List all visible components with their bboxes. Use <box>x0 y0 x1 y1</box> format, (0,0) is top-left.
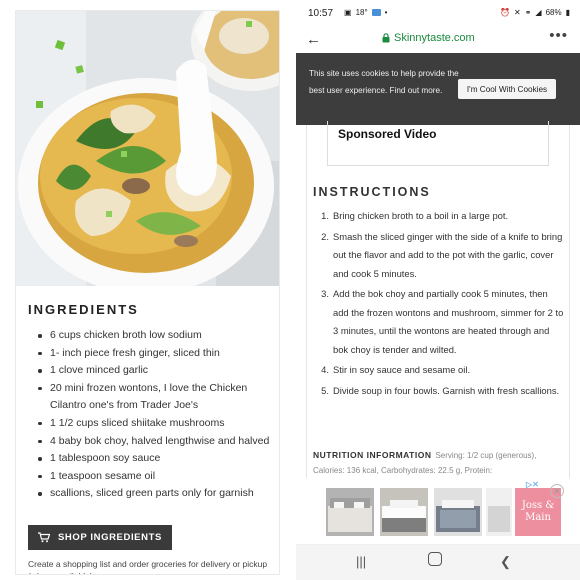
mute-icon: ✕ <box>514 8 521 17</box>
ingredient-item: 1 clove minced garlic <box>38 362 273 380</box>
wonton-soup-photo <box>16 11 279 286</box>
shop-note: Create a shopping list and order groceri… <box>28 559 268 574</box>
instruction-step: 1. Bring chicken broth to a boil in a lar… <box>321 210 509 221</box>
signal-icon: ◢ <box>535 8 542 17</box>
alarm-icon: ⏰ <box>500 8 511 17</box>
recipe-ingredients-panel: INGREDIENTS 6 cups chicken broth low sod… <box>15 10 280 575</box>
ad-overlay <box>296 478 580 544</box>
recent-apps-icon[interactable]: ||| <box>356 554 366 569</box>
instruction-step: 5. Divide soup in four bowls. Garnish wit… <box>321 384 560 396</box>
ingredient-item: 1 teaspoon sesame oil <box>38 468 273 486</box>
wifi-icon: ⚭ <box>524 8 532 17</box>
more-options-icon[interactable]: ••• <box>549 27 568 44</box>
nutrition-info: NUTRITION INFORMATION Serving: 1/2 cup (g… <box>313 448 568 478</box>
shopping-cart-icon <box>38 532 50 543</box>
notification-icon <box>371 9 381 16</box>
instruction-step: 2. Smash the sliced ginger with the side … <box>321 230 563 279</box>
instruction-step: 4. Stir in soy sauce and sesame oil. <box>321 364 471 375</box>
nutrition-heading: NUTRITION INFORMATION <box>313 450 432 460</box>
cookie-message: This site uses cookies to help provide t… <box>309 69 459 95</box>
status-bar: 10:57 ▣ 18° • ⏰ ✕ ⚭ ◢ 68% ▮ <box>296 0 580 26</box>
home-icon[interactable] <box>428 552 442 569</box>
back-icon[interactable]: ❮ <box>500 554 511 570</box>
shop-ingredients-label: SHOP INGREDIENTS <box>58 532 162 543</box>
ingredient-item: 4 baby bok choy, halved lengthwise and h… <box>38 433 273 451</box>
shop-ingredients-button[interactable]: SHOP INGREDIENTS <box>28 525 172 550</box>
mobile-browser: 10:57 ▣ 18° • ⏰ ✕ ⚭ ◢ 68% ▮ ← Skinnytast… <box>296 0 580 580</box>
lock-icon <box>382 33 390 43</box>
instructions-heading: INSTRUCTIONS <box>313 185 431 199</box>
ingredient-item: 1- inch piece fresh ginger, sliced thin <box>38 345 273 363</box>
sponsored-video-box[interactable]: Sponsored Video <box>327 121 549 166</box>
url-bar[interactable]: Skinnytaste.com <box>382 32 475 44</box>
ingredient-item: 1 1/2 cups sliced shiitake mushrooms <box>38 415 273 433</box>
battery-level: 68% <box>545 8 562 17</box>
dot-icon: • <box>384 8 388 17</box>
ingredients-heading: INGREDIENTS <box>28 302 139 317</box>
ingredients-section: INGREDIENTS 6 cups chicken broth low sod… <box>16 296 279 574</box>
cookie-banner: This site uses cookies to help provide t… <box>296 53 580 125</box>
back-arrow-icon[interactable]: ← <box>306 31 321 48</box>
ingredient-item: 6 cups chicken broth low sodium <box>38 327 273 345</box>
instruction-step: 3. Add the bok choy and partially cook 5 … <box>321 288 564 355</box>
android-nav-bar: ||| ❮ <box>296 544 580 580</box>
sponsored-video-label: Sponsored Video <box>338 127 437 141</box>
ingredient-item: 1 tablespoon soy sauce <box>38 450 273 468</box>
url-text: Skinnytaste.com <box>394 32 475 44</box>
battery-icon: ▮ <box>565 8 570 17</box>
browser-toolbar: ← Skinnytaste.com ••• <box>296 26 580 52</box>
status-time: 10:57 <box>308 8 334 19</box>
ad-banner[interactable]: Joss & Main ▷✕ ✕ <box>296 478 580 544</box>
ingredients-list: 6 cups chicken broth low sodium 1- inch … <box>16 327 279 503</box>
ingredient-item: 20 mini frozen wontons, I love the Chick… <box>38 380 273 415</box>
accept-cookies-button[interactable]: I'm Cool With Cookies <box>458 79 556 99</box>
instructions-list: 1. Bring chicken broth to a boil in a lar… <box>315 207 565 402</box>
ingredient-item: scallions, sliced green parts only for g… <box>38 485 273 503</box>
weather-temp: 18° <box>355 8 368 17</box>
gallery-icon: ▣ <box>344 8 352 17</box>
